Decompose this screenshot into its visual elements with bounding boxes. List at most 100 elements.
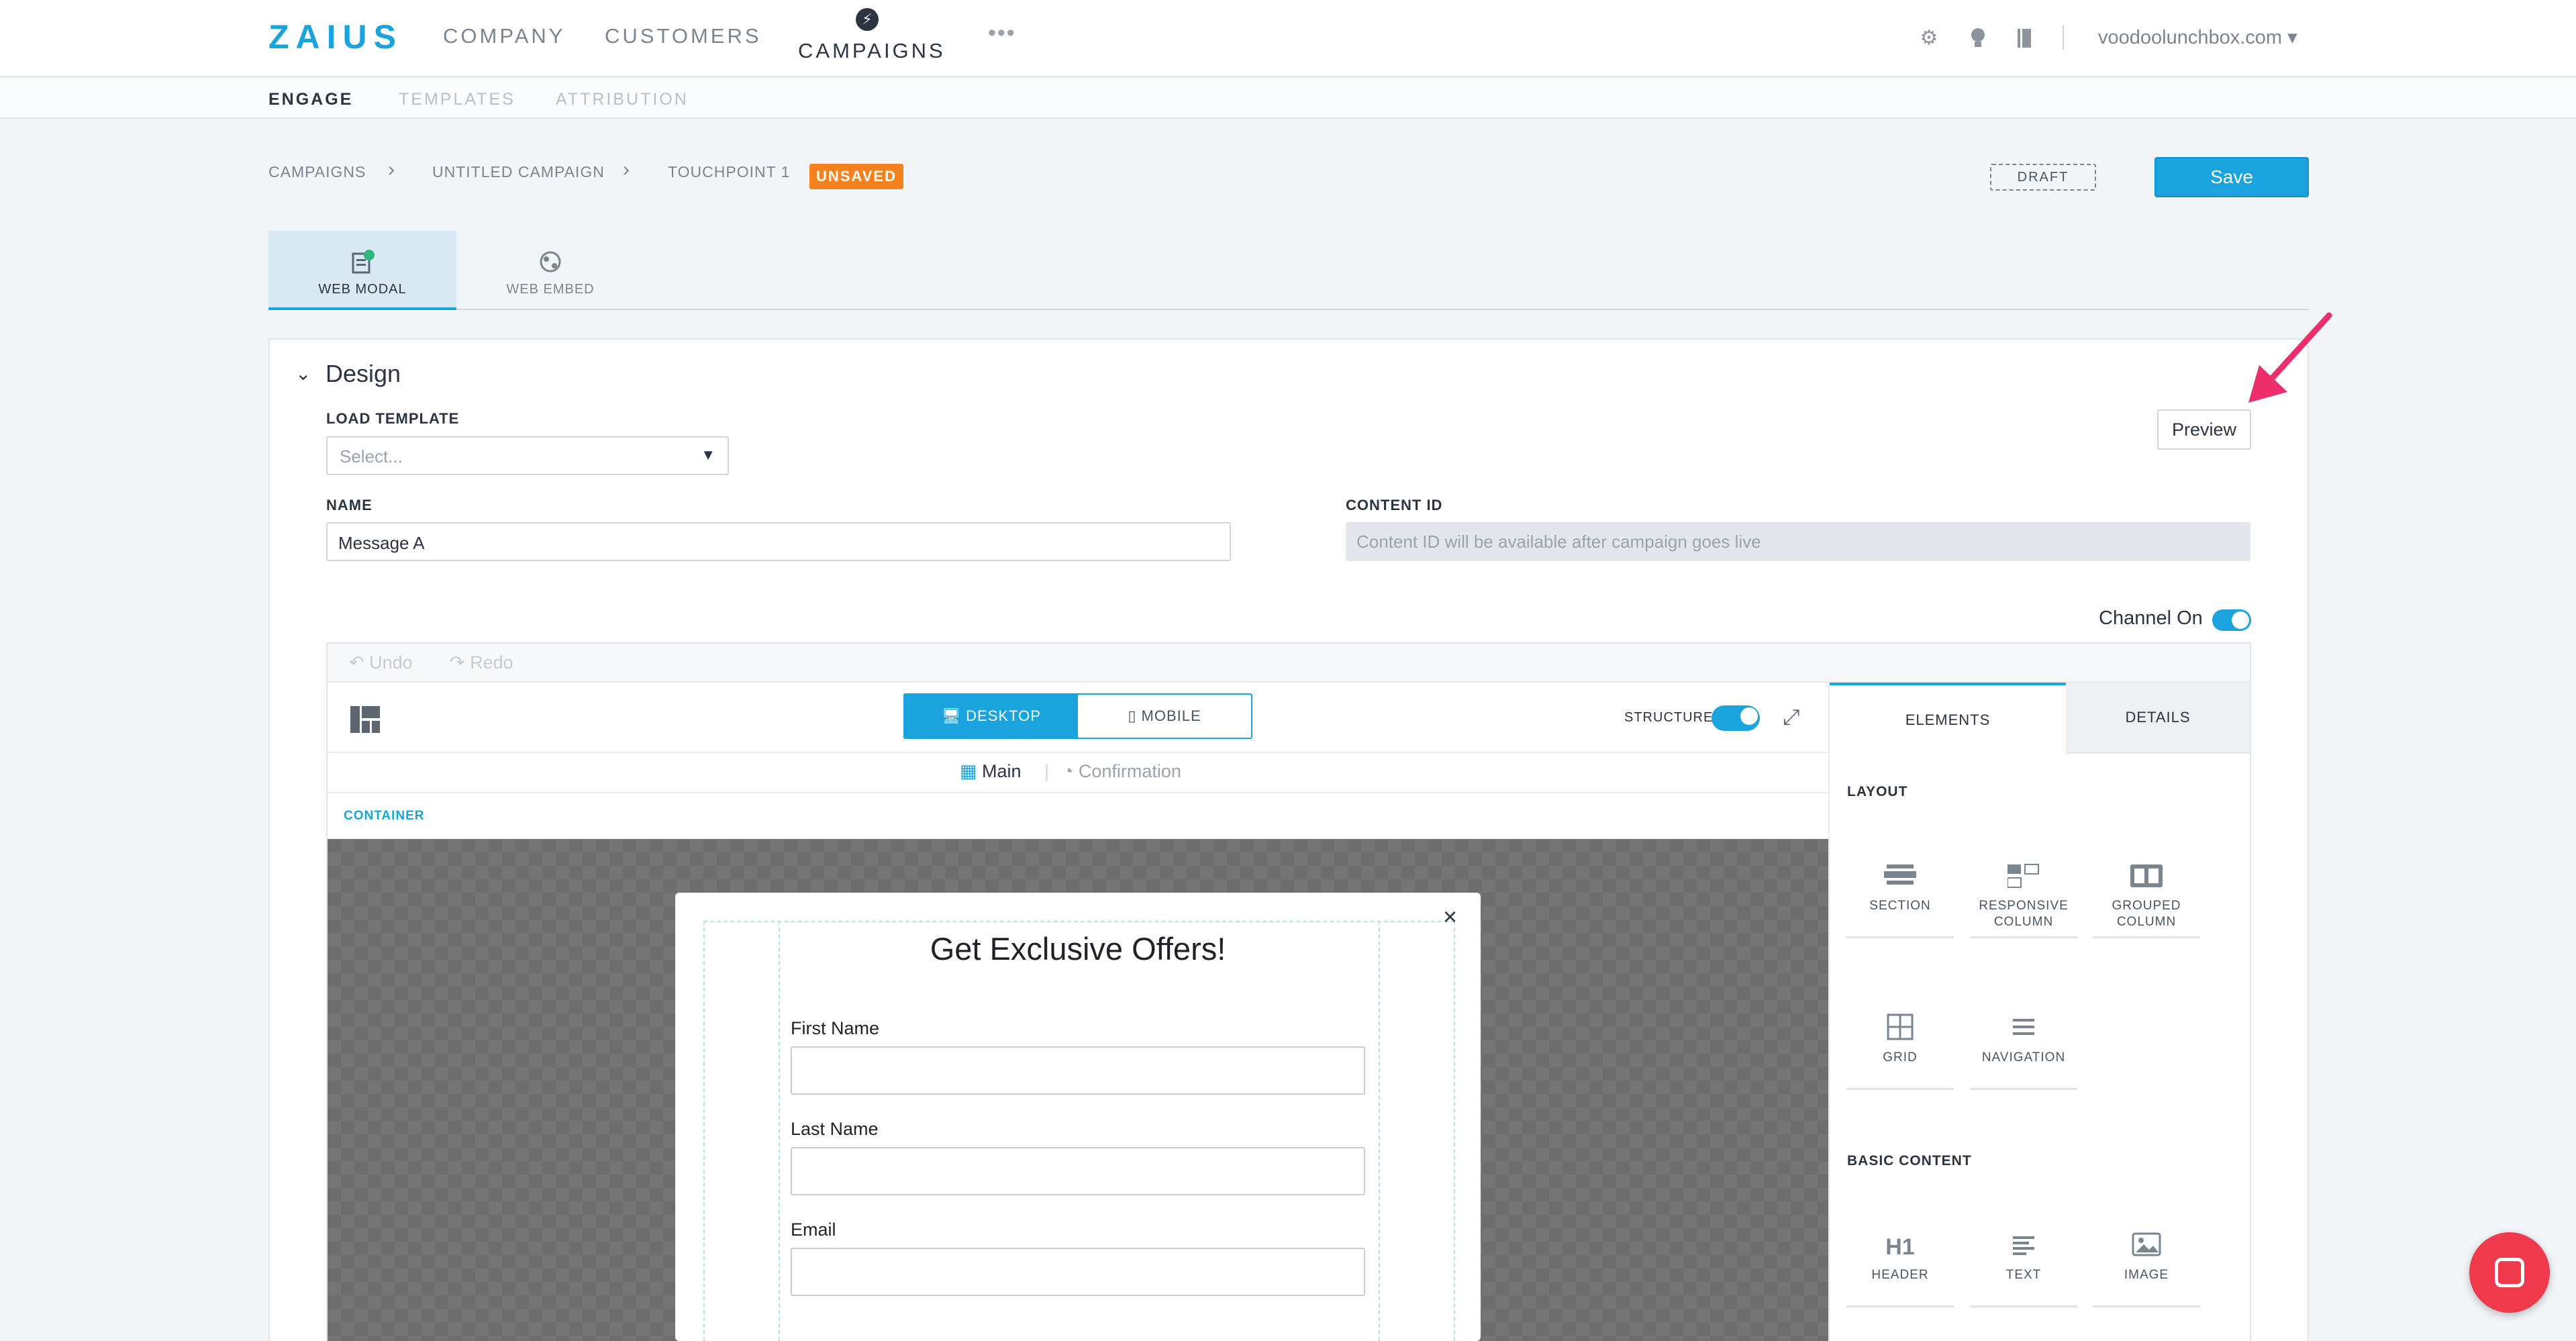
tab-web-modal[interactable]: WEB MODAL [268,231,456,310]
tab-label: WEB MODAL [318,282,407,297]
element-label: GROUPED COLUMN [2112,899,2181,929]
save-button[interactable]: Save [2154,157,2309,197]
view-main[interactable]: ▦ Main [960,761,1022,782]
load-template-select[interactable]: Select... ▼ [326,436,729,475]
image-icon [2093,1231,2200,1263]
device-toggle: 🖥 DESKTOP ▯ MOBILE [903,693,1252,739]
content-id-field: Content ID will be available after campa… [1346,522,2250,561]
select-placeholder: Select... [340,446,403,466]
element-section[interactable]: SECTION [1846,844,1954,938]
redo-button[interactable]: ↷ Redo [450,652,513,673]
nav-campaigns[interactable]: CAMPAIGNS [798,39,946,63]
chat-icon [2495,1258,2524,1287]
view-divider: | [1044,761,1050,781]
preview-button[interactable]: Preview [2157,409,2251,450]
sub-navigation: ENGAGE TEMPLATES ATTRIBUTION [0,79,2576,119]
account-dropdown[interactable]: voodoolunchbox.com ▾ [2098,26,2297,49]
name-label: NAME [326,497,373,513]
undo-button[interactable]: ↶ Undo [349,652,413,673]
first-name-field[interactable] [791,1046,1365,1095]
channel-on-label: Channel On [2099,607,2203,629]
grouped-column-icon [2093,862,2200,894]
section-icon [1846,862,1954,894]
element-label: IMAGE [2124,1268,2169,1282]
chat-button[interactable] [2469,1232,2550,1313]
top-navigation: ZAIUS COMPANY CUSTOMERS ⚡ CAMPAIGNS ••• … [0,0,2576,77]
tab-web-embed[interactable]: WEB EMBED [456,231,644,310]
gear-icon[interactable]: ⚙ [1918,27,1940,50]
header-icon: H1 [1885,1234,1915,1260]
element-label: NAVIGATION [1981,1050,2066,1064]
design-title[interactable]: Design [326,360,401,388]
nav-customers[interactable]: CUSTOMERS [605,24,762,48]
mobile-button[interactable]: ▯ MOBILE [1078,695,1251,738]
navigation-icon [1970,1013,2077,1046]
basic-content-heading: BASIC CONTENT [1847,1153,1972,1169]
breadcrumb-touchpoint[interactable]: TOUCHPOINT 1 [668,163,790,181]
zaius-logo[interactable]: ZAIUS [268,17,403,56]
email-field[interactable] [791,1248,1365,1296]
subnav-engage[interactable]: ENGAGE [268,90,353,109]
text-icon [1970,1231,2077,1263]
first-name-label: First Name [791,1018,880,1038]
tab-details[interactable]: DETAILS [2066,683,2250,754]
subnav-attribution[interactable]: ATTRIBUTION [556,90,689,109]
element-image[interactable]: IMAGE [2093,1213,2200,1307]
tab-label: WEB EMBED [506,282,595,297]
chevron-down-icon[interactable]: ⌄ [295,362,311,385]
unsaved-badge: UNSAVED [809,164,903,189]
last-name-field[interactable] [791,1147,1365,1195]
draft-status: DRAFT [1990,164,2096,191]
structure-toggle[interactable] [1712,705,1760,731]
element-text[interactable]: TEXT [1970,1213,2077,1307]
load-template-label: LOAD TEMPLATE [326,410,460,427]
desktop-icon: 🖥 [942,707,962,724]
element-label: RESPONSIVE COLUMN [1979,899,2069,929]
mobile-label: MOBILE [1141,707,1201,724]
last-name-label: Last Name [791,1119,879,1139]
channel-tabs: WEB MODAL WEB EMBED [268,231,2309,310]
element-responsive-column[interactable]: RESPONSIVE COLUMN [1970,844,2077,938]
modal-title[interactable]: Get Exclusive Offers! [675,930,1481,967]
confirmation-icon: ◔ [1062,761,1074,781]
undo-label: Undo [369,652,413,673]
expand-icon[interactable]: ⤢ [1783,705,1800,730]
structure-label: STRUCTURE [1624,710,1714,725]
divider [2063,26,2064,50]
more-icon[interactable]: ••• [988,20,1016,46]
element-label: TEXT [2005,1268,2042,1282]
element-navigation[interactable]: NAVIGATION [1970,996,2077,1090]
layout-heading: LAYOUT [1847,784,1908,799]
globe-icon [537,248,564,275]
subnav-templates[interactable]: TEMPLATES [399,90,515,109]
tab-elements[interactable]: ELEMENTS [1830,683,2066,754]
undo-bar [328,644,2250,683]
element-label: GRID [1883,1050,1918,1064]
breadcrumb-campaigns[interactable]: CAMPAIGNS [268,163,366,181]
element-label: SECTION [1869,899,1931,913]
close-icon[interactable]: × [1443,903,1457,931]
annotation-arrow [2248,312,2332,403]
redo-label: Redo [470,652,513,673]
view-confirmation[interactable]: ◔ Confirmation [1062,761,1181,782]
desktop-label: DESKTOP [966,707,1041,724]
name-input[interactable]: Message A [326,522,1231,561]
mobile-icon: ▯ [1128,707,1137,724]
element-grouped-column[interactable]: GROUPED COLUMN [2093,844,2200,938]
nav-company[interactable]: COMPANY [443,24,565,48]
element-header[interactable]: H1 HEADER [1846,1213,1954,1307]
layout-icon[interactable] [350,706,380,740]
confirmation-view-label: Confirmation [1078,761,1181,781]
content-id-label: CONTENT ID [1346,497,1443,513]
desktop-button[interactable]: 🖥 DESKTOP [905,695,1078,738]
channel-on-toggle[interactable] [2212,609,2251,631]
element-label: HEADER [1871,1268,1929,1282]
main-view-icon: ▦ [960,761,977,781]
book-icon[interactable] [2014,27,2036,50]
container-label[interactable]: CONTAINER [344,809,425,824]
main-view-label: Main [982,761,1022,781]
responsive-column-icon [1970,862,2077,894]
lightbulb-icon[interactable] [1967,27,1989,50]
breadcrumb-campaign[interactable]: UNTITLED CAMPAIGN [432,163,605,181]
element-grid[interactable]: GRID [1846,996,1954,1090]
